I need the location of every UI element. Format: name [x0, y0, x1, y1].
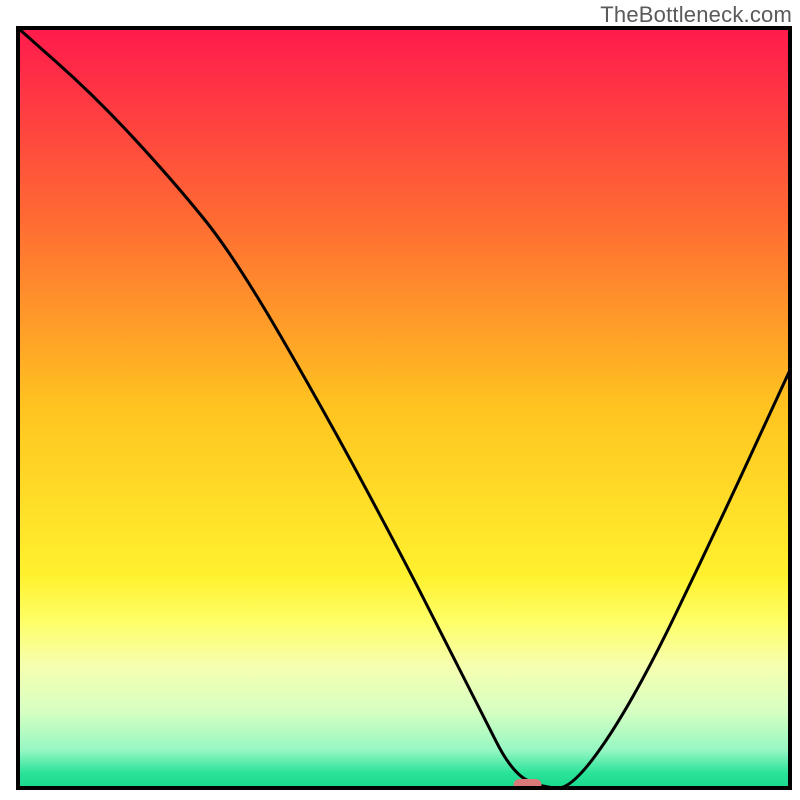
chart-container: TheBottleneck.com	[0, 0, 800, 800]
gradient-background	[18, 28, 790, 788]
watermark-text: TheBottleneck.com	[600, 2, 792, 28]
bottleneck-chart	[0, 0, 800, 800]
